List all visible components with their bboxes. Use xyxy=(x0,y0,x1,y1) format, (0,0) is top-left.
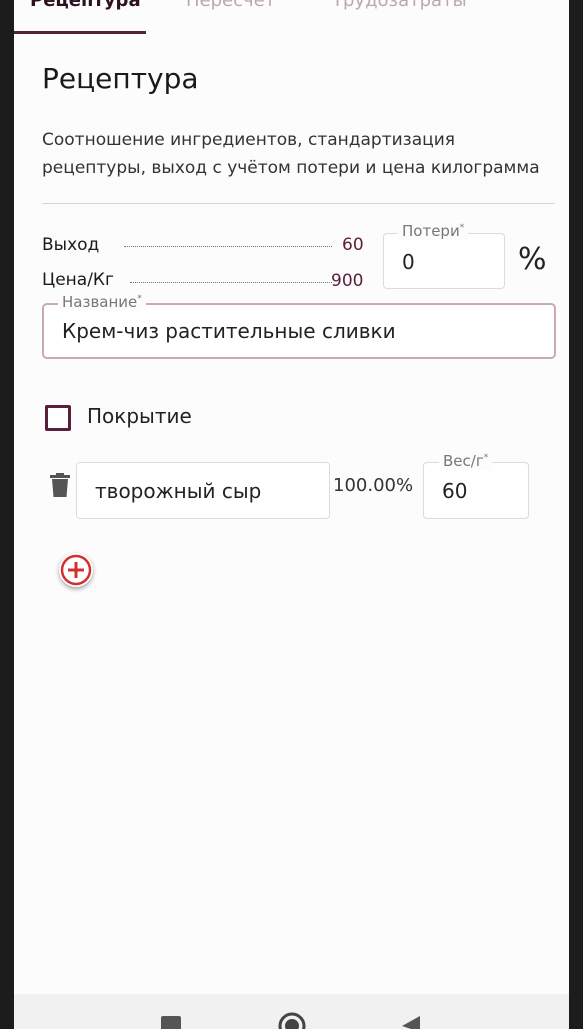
tab-recipe[interactable]: Рецептура xyxy=(30,0,141,11)
circle-icon[interactable] xyxy=(277,1011,307,1029)
active-tab-indicator xyxy=(14,31,146,34)
ingredient-weight-label: Вес/г* xyxy=(439,452,493,470)
price-leader xyxy=(130,282,332,283)
loss-field-label: Потери* xyxy=(398,222,469,240)
coating-checkbox[interactable] xyxy=(45,405,71,431)
tab-labor-costs[interactable]: Трудозатраты xyxy=(332,0,467,11)
loss-field[interactable]: 0 xyxy=(383,233,505,289)
page-description: Соотношение ингредиентов, стандартизация… xyxy=(42,130,540,178)
ingredient-weight-field[interactable]: 60 xyxy=(423,462,529,519)
yield-label: Выход xyxy=(42,235,100,255)
screen: Рецептура Пересчет Трудозатраты Рецептур… xyxy=(14,0,569,1029)
system-nav-bar xyxy=(14,994,569,1029)
triangle-icon[interactable] xyxy=(400,1014,422,1029)
ingredient-name-field[interactable]: творожный сыр xyxy=(76,462,330,519)
name-field[interactable]: Крем-чиз растительные сливки xyxy=(42,303,556,359)
add-ingredient-button[interactable] xyxy=(59,553,93,587)
price-value: 900 xyxy=(331,271,364,291)
loss-input[interactable]: 0 xyxy=(402,250,415,274)
ingredient-weight-input[interactable]: 60 xyxy=(442,479,467,503)
yield-value: 60 xyxy=(342,235,364,255)
ingredient-name-input[interactable]: творожный сыр xyxy=(95,479,261,503)
ingredient-percent: 100.00% xyxy=(333,475,414,496)
coating-label[interactable]: Покрытие xyxy=(87,404,192,428)
square-icon[interactable] xyxy=(161,1014,183,1029)
name-input[interactable]: Крем-чиз растительные сливки xyxy=(62,319,396,343)
tab-bar: Рецептура Пересчет Трудозатраты xyxy=(14,0,569,34)
divider xyxy=(42,203,555,204)
add-circle-icon xyxy=(60,554,92,586)
yield-leader xyxy=(124,246,332,247)
price-label: Цена/Кг xyxy=(42,270,114,290)
page-title: Рецептура xyxy=(42,62,199,95)
percent-unit: % xyxy=(518,242,547,277)
trash-icon[interactable] xyxy=(50,473,70,497)
name-field-label: Название* xyxy=(58,293,146,311)
tab-recalculation[interactable]: Пересчет xyxy=(186,0,275,11)
